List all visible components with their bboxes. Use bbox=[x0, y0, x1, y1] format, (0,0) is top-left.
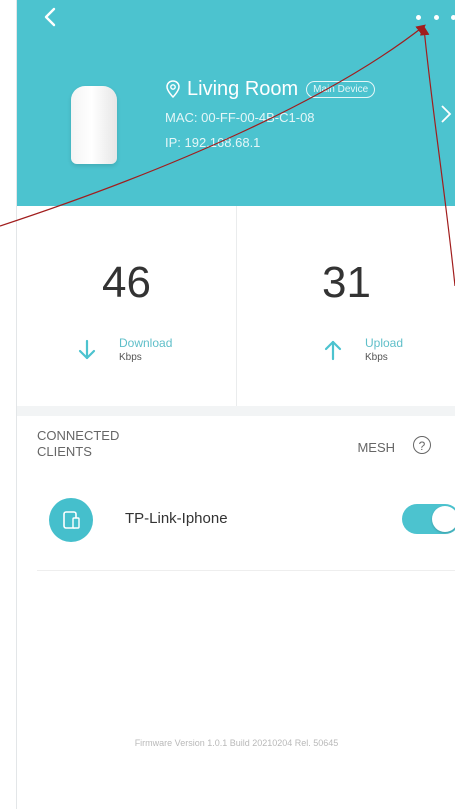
client-list-item[interactable]: TP-Link-Iphone bbox=[37, 486, 455, 571]
mesh-label: MESH bbox=[357, 440, 395, 455]
upload-stat: 31 Upload Kbps bbox=[237, 206, 455, 406]
client-name: TP-Link-Iphone bbox=[125, 510, 228, 527]
client-avatar bbox=[49, 498, 93, 542]
upload-label: Upload bbox=[365, 336, 404, 350]
chevron-right-icon[interactable] bbox=[440, 104, 452, 130]
download-unit: Kbps bbox=[119, 352, 142, 363]
download-arrow-icon bbox=[78, 339, 96, 359]
upload-unit: Kbps bbox=[365, 352, 388, 363]
device-role-badge: Main Device bbox=[306, 80, 376, 98]
traffic-stats: 46 Download Kbps 31 Upload Kbps bbox=[17, 206, 455, 406]
device-name: Living Room bbox=[187, 77, 299, 100]
more-dots-icon bbox=[433, 14, 439, 20]
connected-clients-label: CONNECTED CLIENTS bbox=[37, 428, 120, 459]
back-arrow-icon bbox=[44, 7, 56, 27]
location-pin-icon bbox=[166, 80, 180, 98]
upload-value: 31 bbox=[322, 258, 371, 307]
device-header: Living Room Main Device MAC: 00-FF-00-4B… bbox=[17, 0, 455, 206]
download-label: Download bbox=[119, 336, 173, 350]
client-toggle[interactable] bbox=[402, 504, 455, 534]
device-image bbox=[71, 86, 117, 164]
upload-arrow-icon bbox=[324, 340, 342, 360]
phone-device-icon bbox=[63, 511, 80, 529]
download-value: 46 bbox=[102, 258, 151, 307]
device-info[interactable]: Living Room Main Device MAC: 00-FF-00-4B… bbox=[165, 78, 435, 150]
section-divider bbox=[17, 406, 455, 416]
device-mac: MAC: 00-FF-00-4B-C1-08 bbox=[165, 110, 315, 125]
more-options-button[interactable] bbox=[416, 6, 455, 28]
back-button[interactable] bbox=[37, 6, 63, 32]
more-dots-icon bbox=[416, 14, 421, 20]
app-screen: Living Room Main Device MAC: 00-FF-00-4B… bbox=[16, 0, 455, 809]
more-dots-icon bbox=[451, 14, 455, 20]
clients-section-header: CONNECTED CLIENTS MESH ? bbox=[37, 428, 447, 468]
download-stat: 46 Download Kbps bbox=[17, 206, 237, 406]
firmware-version: Firmware Version 1.0.1 Build 20210204 Re… bbox=[134, 738, 339, 748]
device-ip: IP: 192.168.68.1 bbox=[165, 135, 261, 150]
help-icon[interactable]: ? bbox=[413, 436, 431, 454]
toggle-knob bbox=[432, 506, 455, 532]
